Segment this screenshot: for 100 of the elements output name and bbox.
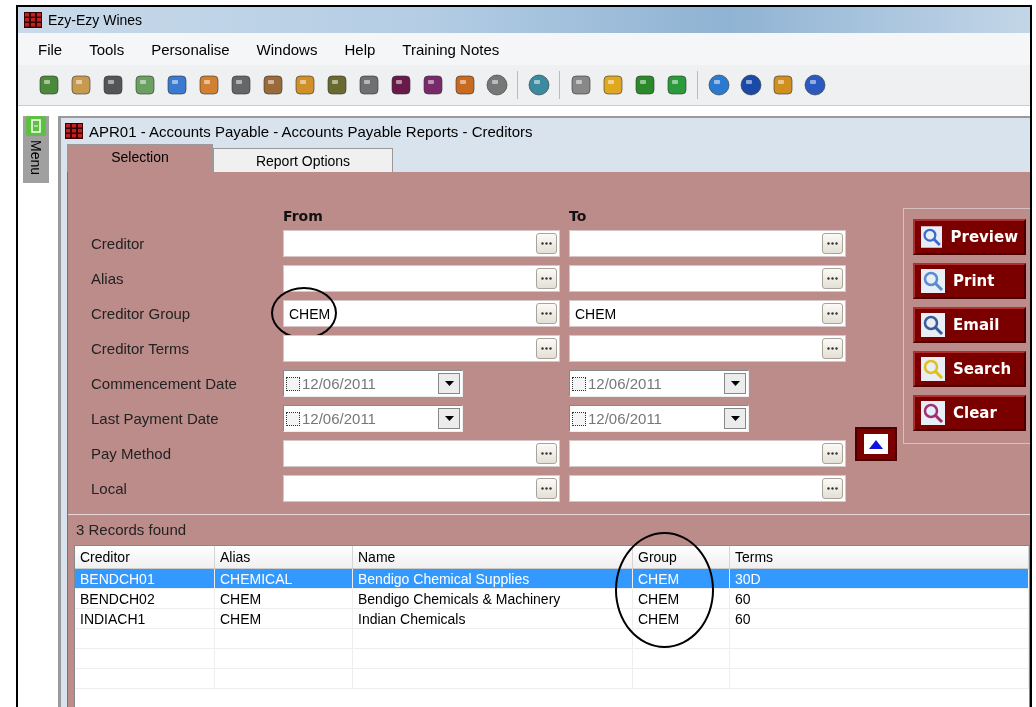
action-button[interactable]: Preview <box>913 219 1026 255</box>
ellipsis-icon <box>541 312 552 315</box>
dropdown-button[interactable] <box>724 408 746 429</box>
browse-button[interactable] <box>822 233 843 254</box>
ellipsis-icon <box>827 452 838 455</box>
column-header[interactable]: Group <box>633 546 730 568</box>
column-heading: To <box>569 208 588 224</box>
lookup-field[interactable] <box>283 475 560 502</box>
browse-button[interactable] <box>822 268 843 289</box>
tab[interactable]: Report Options <box>213 148 393 172</box>
date-checkbox[interactable] <box>572 411 586 426</box>
ellipsis-icon <box>827 487 838 490</box>
browse-button[interactable] <box>536 478 557 499</box>
table-cell: CHEM <box>633 589 730 608</box>
collapse-button[interactable] <box>855 426 897 461</box>
table-cell: 30D <box>730 569 1029 588</box>
action-button[interactable]: Clear <box>913 395 1026 431</box>
caret-down-icon <box>444 416 454 421</box>
table-cell: INDIACH1 <box>75 609 215 628</box>
lookup-field[interactable] <box>283 265 560 292</box>
date-checkbox[interactable] <box>572 376 586 391</box>
menu-item[interactable]: File <box>38 40 63 58</box>
date-picker[interactable]: 12/06/2011 <box>283 370 463 397</box>
table-cell: CHEM <box>215 609 353 628</box>
field-label: Creditor Group <box>91 305 192 322</box>
field-label: Commencement Date <box>91 375 238 392</box>
app-icon <box>24 12 42 28</box>
menu-side-tab[interactable]: Menu <box>23 116 49 184</box>
ellipsis-icon <box>541 277 552 280</box>
column-header[interactable]: Alias <box>215 546 353 568</box>
browse-button[interactable] <box>822 443 843 464</box>
browse-button[interactable] <box>536 338 557 359</box>
menu-item[interactable]: Training Notes <box>402 40 500 58</box>
field-label: Local <box>91 480 128 497</box>
menu-item[interactable]: Windows <box>256 40 318 58</box>
lookup-field[interactable] <box>569 230 846 257</box>
table-cell: CHEMICAL <box>215 569 353 588</box>
lookup-field[interactable] <box>283 230 560 257</box>
lookup-field[interactable]: CHEM <box>283 300 560 327</box>
browse-button[interactable] <box>822 478 843 499</box>
ellipsis-icon <box>827 242 838 245</box>
browse-button[interactable] <box>536 233 557 254</box>
field-label: Alias <box>91 270 125 287</box>
dropdown-button[interactable] <box>724 373 746 394</box>
caret-down-icon <box>730 381 740 386</box>
dropdown-button[interactable] <box>438 408 460 429</box>
dropdown-button[interactable] <box>438 373 460 394</box>
tab[interactable]: Selection <box>67 144 213 172</box>
table-cell: Bendigo Chemical Supplies <box>353 569 633 588</box>
table-cell: CHEM <box>633 609 730 628</box>
ellipsis-icon <box>541 487 552 490</box>
table-cell: Indian Chemicals <box>353 609 633 628</box>
lookup-field[interactable] <box>283 335 560 362</box>
table-cell: CHEM <box>633 569 730 588</box>
table-row[interactable]: INDIACH1 CHEM Indian Chemicals CHEM 60 <box>75 609 1029 629</box>
window-icon <box>65 123 83 139</box>
ellipsis-icon <box>541 242 552 245</box>
table-cell: Bendigo Chemicals & Machinery <box>353 589 633 608</box>
list-icon <box>26 116 46 136</box>
lookup-field[interactable]: CHEM <box>569 300 846 327</box>
table-row[interactable]: BENDCH02 CHEM Bendigo Chemicals & Machinery CHEM 60 <box>75 589 1029 609</box>
table-cell: 60 <box>730 589 1029 608</box>
column-header[interactable]: Creditor <box>75 546 215 568</box>
action-button[interactable]: Print <box>913 263 1026 299</box>
column-header[interactable]: Name <box>353 546 633 568</box>
date-picker[interactable]: 12/06/2011 <box>569 405 749 432</box>
column-header[interactable]: Terms <box>730 546 1029 568</box>
menu-item[interactable]: Help <box>344 40 376 58</box>
field-label: Creditor <box>91 235 146 252</box>
ellipsis-icon <box>541 347 552 350</box>
action-button[interactable]: Search <box>913 351 1026 387</box>
records-count: 3 Records found <box>75 520 188 540</box>
field-label: Creditor Terms <box>91 340 191 357</box>
table-cell: BENDCH01 <box>75 569 215 588</box>
browse-button[interactable] <box>822 338 843 359</box>
lookup-field[interactable] <box>283 440 560 467</box>
magnifier-icon <box>921 357 945 381</box>
date-picker[interactable]: 12/06/2011 <box>569 370 749 397</box>
table-cell: BENDCH02 <box>75 589 215 608</box>
menu-item[interactable]: Tools <box>89 40 125 58</box>
lookup-field[interactable] <box>569 335 846 362</box>
table-cell: 60 <box>730 609 1029 628</box>
lookup-field[interactable] <box>569 265 846 292</box>
field-label: Pay Method <box>91 445 173 462</box>
browse-button[interactable] <box>536 303 557 324</box>
ellipsis-icon <box>827 347 838 350</box>
table-cell: CHEM <box>215 589 353 608</box>
action-button[interactable]: Email <box>913 307 1026 343</box>
window-title: Ezy-Ezy Wines <box>48 12 143 28</box>
date-checkbox[interactable] <box>286 376 300 391</box>
menu-item[interactable]: Personalise <box>151 40 230 58</box>
ellipsis-icon <box>541 452 552 455</box>
browse-button[interactable] <box>536 443 557 464</box>
lookup-field[interactable] <box>569 475 846 502</box>
browse-button[interactable] <box>822 303 843 324</box>
browse-button[interactable] <box>536 268 557 289</box>
lookup-field[interactable] <box>569 440 846 467</box>
date-picker[interactable]: 12/06/2011 <box>283 405 463 432</box>
date-checkbox[interactable] <box>286 411 300 426</box>
caret-down-icon <box>444 381 454 386</box>
